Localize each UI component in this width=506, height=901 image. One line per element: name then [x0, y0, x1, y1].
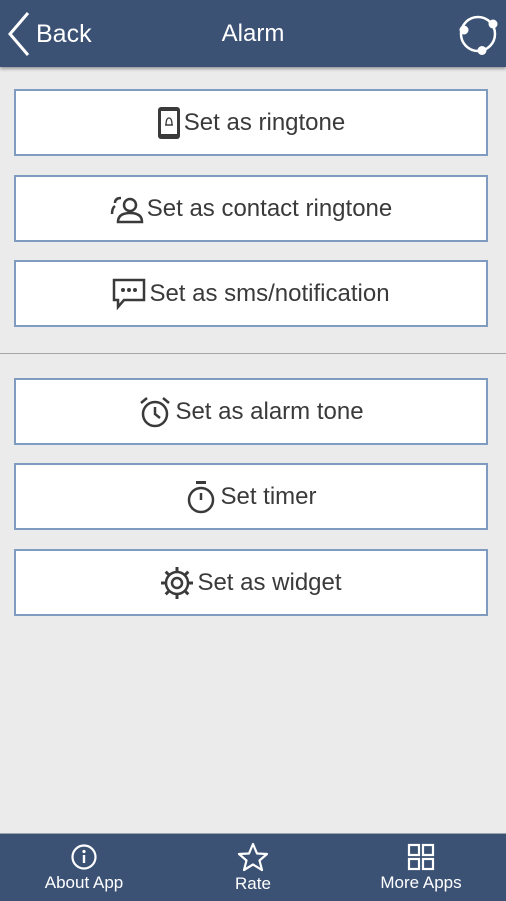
grid-icon: [407, 843, 435, 870]
section-divider: [0, 353, 506, 354]
set-timer-button[interactable]: Set timer: [14, 463, 488, 530]
set-ringtone-label: Set as ringtone: [183, 108, 346, 136]
more-apps-tab[interactable]: More Apps: [366, 834, 476, 901]
set-widget-label: Set as widget: [197, 568, 342, 596]
set-contact-ringtone-label: Set as contact ringtone: [146, 194, 393, 222]
set-widget-button[interactable]: Set as widget: [14, 549, 488, 616]
top-app-bar: Back Alarm: [0, 0, 506, 67]
set-alarm-tone-label: Set as alarm tone: [175, 397, 364, 425]
page-title: Alarm: [221, 20, 285, 47]
stopwatch-icon: [188, 480, 215, 513]
more-apps-label: More Apps: [380, 872, 462, 892]
about-app-label: About App: [44, 872, 124, 892]
set-sms-notification-button[interactable]: Set as sms/notification: [14, 260, 488, 327]
sync-icon[interactable]: [456, 12, 500, 56]
star-icon: [237, 842, 269, 871]
rate-label: Rate: [235, 873, 271, 893]
widget-gear-icon: [161, 566, 194, 599]
set-ringtone-button[interactable]: Set as ringtone: [14, 89, 488, 156]
set-timer-label: Set timer: [220, 482, 317, 510]
set-contact-ringtone-button[interactable]: Set as contact ringtone: [14, 175, 488, 242]
message-icon: [113, 278, 146, 310]
rate-tab[interactable]: Rate: [213, 834, 293, 901]
set-sms-notification-label: Set as sms/notification: [149, 279, 390, 307]
phone-bell-icon: [157, 106, 180, 139]
bottom-nav-bar: About App Rate More Apps: [0, 833, 506, 901]
info-icon: [71, 843, 97, 870]
about-app-tab[interactable]: About App: [34, 834, 134, 901]
alarm-clock-icon: [140, 396, 171, 427]
contact-icon: [110, 196, 144, 223]
set-alarm-tone-button[interactable]: Set as alarm tone: [14, 378, 488, 445]
